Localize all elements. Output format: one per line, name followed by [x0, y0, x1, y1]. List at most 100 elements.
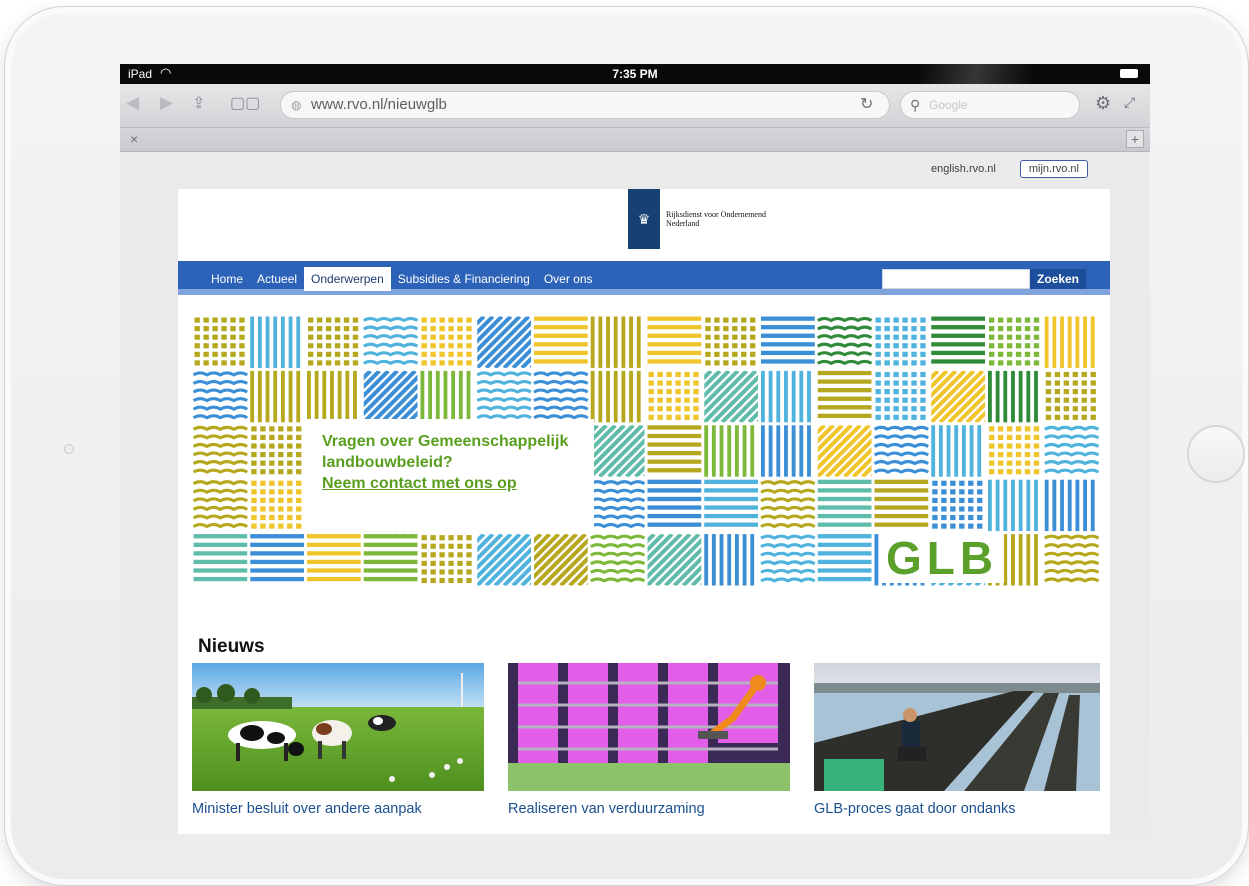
pattern-tile — [1045, 371, 1096, 420]
pattern-tile — [761, 316, 815, 364]
news-card-1[interactable]: Minister besluit over andere aanpak — [192, 663, 484, 817]
pattern-tile — [192, 371, 249, 420]
contact-link[interactable]: Neem contact met ons op — [322, 473, 578, 494]
pattern-tile — [1044, 316, 1095, 368]
nav-item-onderwerpen[interactable]: Onderwerpen — [304, 267, 391, 291]
search-placeholder: Google — [929, 98, 968, 112]
news-card-3[interactable]: GLB-proces gaat door ondanks — [814, 663, 1100, 817]
fullscreen-icon[interactable]: ⤢ — [1124, 94, 1135, 111]
glb-banner: Vragen over Gemeenschappelijk landbouwbe… — [192, 315, 1100, 587]
pattern-tile — [534, 316, 588, 364]
pattern-tile — [250, 534, 304, 582]
pattern-tile — [989, 426, 1040, 475]
screen-glare — [920, 64, 1060, 84]
pattern-tile — [873, 425, 930, 474]
pattern-tile — [648, 371, 699, 420]
pattern-tile — [192, 425, 249, 474]
pattern-tile — [1044, 479, 1095, 532]
gear-icon[interactable]: ⚙ — [1095, 93, 1111, 114]
english-site-link[interactable]: english.rvo.nl — [931, 163, 996, 175]
pattern-tile — [251, 426, 302, 475]
pattern-tile — [760, 480, 816, 529]
pattern-tile — [931, 316, 985, 364]
pattern-tile — [761, 370, 811, 423]
pattern-tile — [363, 534, 418, 582]
reload-icon[interactable]: ↻ — [860, 94, 873, 114]
pattern-tile — [875, 371, 926, 420]
pattern-tile — [421, 317, 472, 366]
close-tab-icon[interactable]: × — [130, 131, 138, 147]
ipad-screen: iPad ◠ 7:35 PM ◀ ▶ ⇪ ▢▢ ◍ www.rvo.nl/nie… — [120, 64, 1150, 834]
news-card-2[interactable]: Realiseren van verduurzaming — [508, 663, 790, 817]
pattern-tile — [988, 370, 1038, 423]
news-title-1[interactable]: Minister besluit over andere aanpak — [192, 801, 484, 817]
pattern-tile — [705, 317, 756, 366]
crest-icon: ♛ — [628, 189, 660, 249]
news-title-2[interactable]: Realiseren van verduurzaming — [508, 801, 790, 817]
pattern-tile — [193, 534, 248, 582]
pattern-tile — [875, 317, 926, 366]
mijn-rvo-link[interactable]: mijn.rvo.nl — [1019, 160, 1088, 178]
forward-icon[interactable]: ▶ — [160, 93, 173, 113]
url-text: www.rvo.nl/nieuwglb — [311, 96, 447, 113]
pattern-tile — [307, 370, 357, 423]
nav-item-subsidies[interactable]: Subsidies & Financiering — [391, 267, 537, 291]
pattern-tile — [931, 425, 982, 477]
share-icon[interactable]: ⇪ — [192, 93, 205, 113]
pattern-tile — [307, 534, 361, 582]
nav-items: Home Actueel Onderwerpen Subsidies & Fin… — [204, 261, 600, 291]
globe-icon: ◍ — [291, 98, 302, 112]
nav-item-actueel[interactable]: Actueel — [250, 267, 304, 291]
pattern-tile — [476, 371, 532, 420]
pattern-tile — [874, 479, 929, 527]
pattern-tile — [647, 316, 702, 364]
site-search-input[interactable] — [882, 269, 1030, 289]
tab-bar: × + — [120, 128, 1150, 152]
logo-text: Rijksdienst voor Ondernemend Nederland — [666, 210, 766, 228]
browser-toolbar: ◀ ▶ ⇪ ▢▢ ◍ www.rvo.nl/nieuwglb ↻ ⚲ Googl… — [120, 84, 1150, 128]
back-icon[interactable]: ◀ — [126, 93, 139, 113]
pattern-tile — [647, 425, 702, 473]
bookmarks-icon[interactable]: ▢▢ — [230, 93, 260, 113]
pattern-tile — [817, 479, 872, 527]
main-navigation: Home Actueel Onderwerpen Subsidies & Fin… — [178, 261, 1110, 295]
pattern-tile — [250, 316, 301, 368]
pattern-tile — [192, 480, 249, 529]
pattern-tile — [931, 370, 985, 423]
search-button[interactable]: Zoeken — [1030, 269, 1086, 289]
web-content: english.rvo.nl mijn.rvo.nl ♛ Rijksdienst… — [120, 152, 1150, 834]
pattern-tile — [647, 479, 702, 527]
news-image-vertical-farm — [508, 663, 790, 791]
pattern-tile — [420, 370, 471, 423]
new-tab-button[interactable]: + — [1126, 130, 1144, 148]
pattern-tile — [590, 370, 641, 423]
pattern-tile — [932, 480, 983, 529]
news-image-oyster-farm — [814, 663, 1100, 791]
pattern-tile — [194, 317, 245, 366]
site-logo[interactable]: ♛ Rijksdienst voor Ondernemend Nederland — [628, 189, 766, 249]
pattern-tile — [421, 535, 472, 584]
callout-question-1: Vragen over Gemeenschappelijk — [322, 433, 569, 450]
home-button[interactable] — [1187, 425, 1245, 483]
news-image-cows — [192, 663, 484, 791]
pattern-tile — [816, 317, 873, 366]
nav-item-over-ons[interactable]: Over ons — [537, 267, 600, 291]
pattern-tile — [817, 370, 872, 419]
pattern-tile — [760, 534, 816, 583]
search-icon: ⚲ — [910, 97, 921, 113]
browser-search-input[interactable]: ⚲ Google — [900, 91, 1080, 119]
pattern-tile — [590, 316, 641, 368]
pattern-tile — [589, 480, 646, 529]
news-heading: Nieuws — [198, 636, 265, 657]
news-title-3[interactable]: GLB-proces gaat door ondanks — [814, 801, 1100, 817]
battery-icon — [1120, 69, 1138, 78]
pattern-tile — [988, 479, 1038, 532]
address-bar[interactable]: ◍ www.rvo.nl/nieuwglb — [280, 91, 890, 119]
logo-line-2: Nederland — [666, 219, 700, 228]
status-bar: iPad ◠ 7:35 PM — [120, 64, 1150, 84]
camera-icon — [64, 444, 74, 454]
pattern-tile — [761, 425, 811, 477]
pattern-tile — [989, 317, 1040, 366]
pattern-tile — [589, 534, 646, 583]
nav-item-home[interactable]: Home — [204, 267, 250, 291]
